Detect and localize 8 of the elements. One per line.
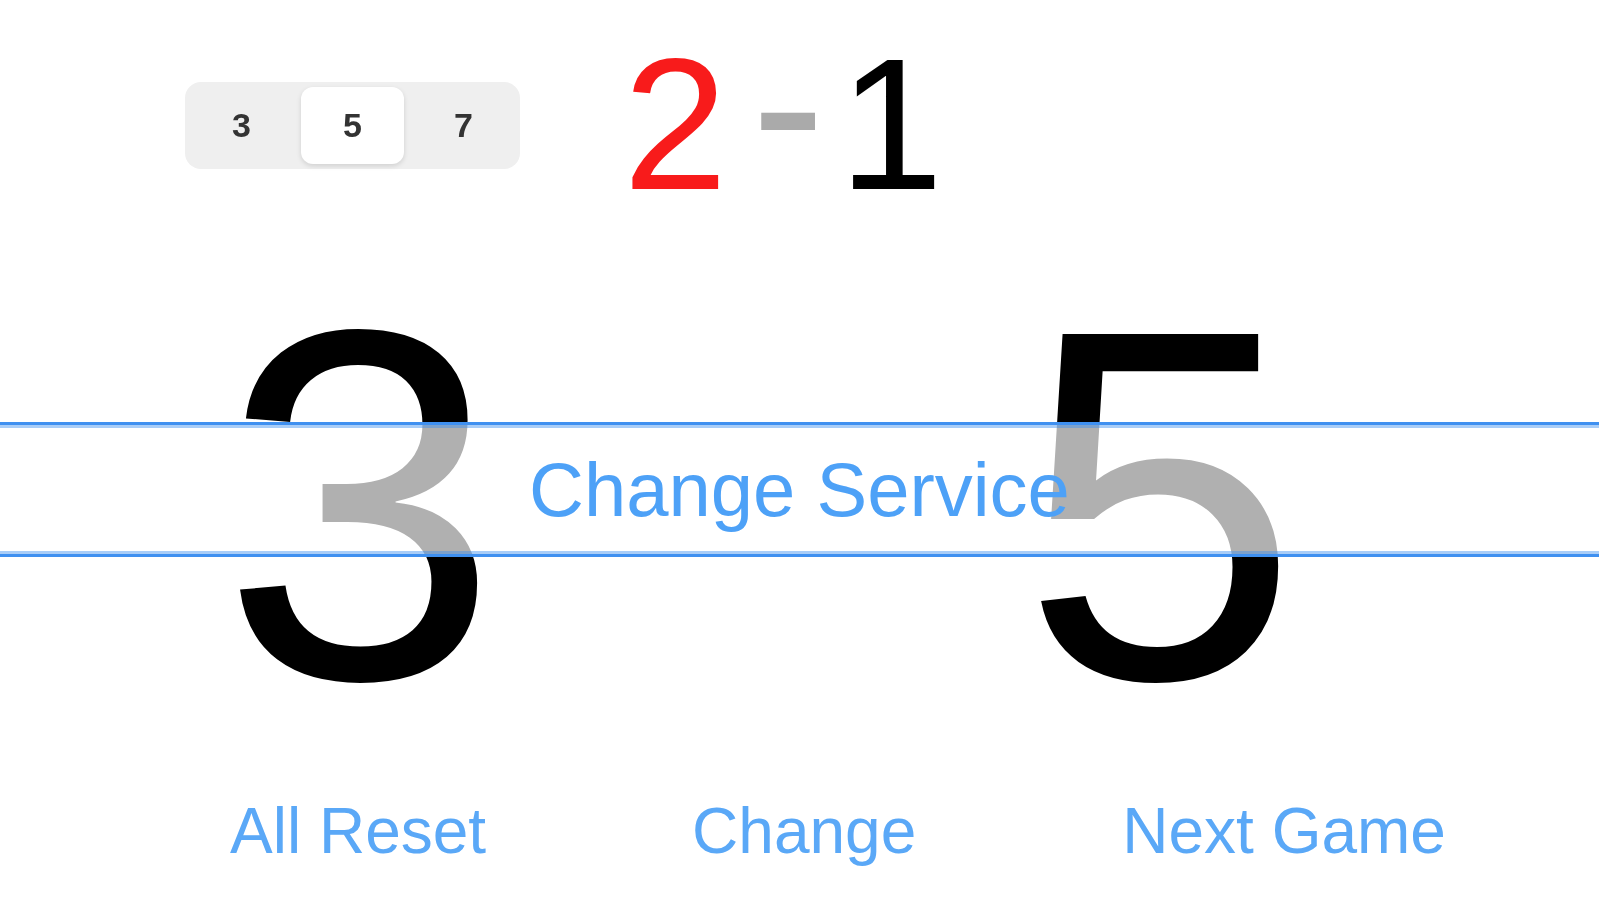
game-score: 1	[838, 45, 944, 205]
segment[interactable]: 7	[412, 86, 515, 164]
segment[interactable]: 5	[301, 86, 404, 164]
game-score: 2	[623, 45, 728, 205]
text-button[interactable]: All Reset	[230, 799, 487, 863]
text-button[interactable]: Next Game	[1122, 799, 1446, 863]
score-separator: -	[751, 27, 825, 181]
segment[interactable]: 3	[190, 86, 293, 164]
